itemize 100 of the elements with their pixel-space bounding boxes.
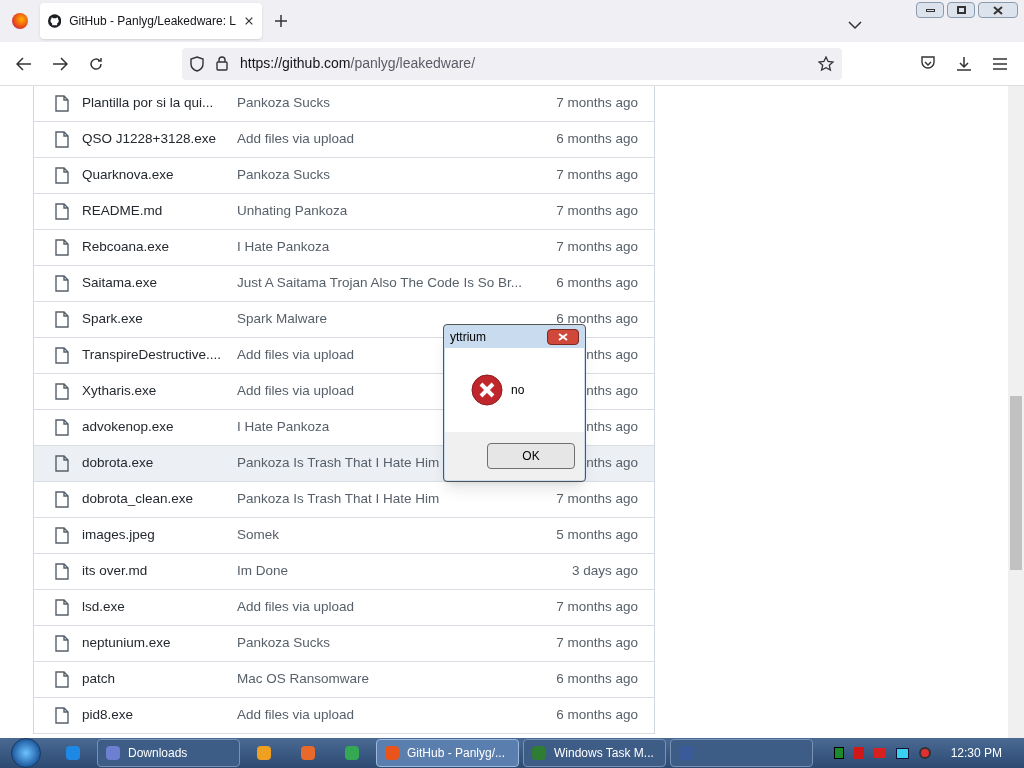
file-name[interactable]: lsd.exe xyxy=(82,597,237,618)
commit-message[interactable]: Add files via upload xyxy=(237,705,557,726)
github-logo-icon xyxy=(48,13,62,29)
restore-button[interactable] xyxy=(947,2,975,18)
close-button[interactable] xyxy=(547,329,579,345)
file-icon xyxy=(55,455,69,472)
file-icon xyxy=(55,95,69,112)
browser-tab[interactable]: GitHub - Panlyg/Leakedware: L xyxy=(40,3,262,39)
file-name[interactable]: patch xyxy=(82,669,237,690)
file-icon xyxy=(55,491,69,508)
commit-message[interactable]: Mac OS Ransomware xyxy=(237,669,557,690)
menu-icon[interactable] xyxy=(992,57,1008,70)
commit-date: 7 months ago xyxy=(556,490,639,509)
browser-logo-icon xyxy=(12,13,28,29)
commit-message[interactable]: Spark Malware xyxy=(237,309,557,330)
file-name[interactable]: dobrota_clean.exe xyxy=(82,489,237,510)
file-name[interactable]: dobrota.exe xyxy=(82,453,237,474)
star-icon[interactable] xyxy=(818,55,834,72)
commit-date: 7 months ago xyxy=(556,166,639,185)
file-icon xyxy=(55,383,69,400)
forward-icon[interactable] xyxy=(52,56,68,71)
file-name[interactable]: Saitama.exe xyxy=(82,273,237,294)
commit-date: 7 months ago xyxy=(556,634,639,653)
taskbar-button[interactable]: Downloads xyxy=(97,739,240,767)
lock-icon xyxy=(216,56,228,71)
close-icon[interactable] xyxy=(244,15,254,27)
file-icon xyxy=(55,527,69,544)
tray-icon[interactable] xyxy=(833,747,844,759)
file-name[interactable]: pid8.exe xyxy=(82,705,237,726)
speaker-icon[interactable] xyxy=(918,747,931,759)
reload-icon[interactable] xyxy=(88,55,104,72)
commit-message[interactable]: Add files via upload xyxy=(237,597,557,618)
file-name[interactable]: neptunium.exe xyxy=(82,633,237,654)
dialog-message: no xyxy=(511,382,525,399)
close-icon xyxy=(993,5,1003,15)
file-icon xyxy=(55,599,69,616)
file-name[interactable]: TranspireDestructive.... xyxy=(82,345,237,366)
commit-date: nths ago xyxy=(586,418,639,437)
new-tab-icon[interactable] xyxy=(274,14,288,28)
file-icon xyxy=(55,671,69,688)
file-icon xyxy=(55,347,69,364)
commit-message[interactable]: Add files via upload xyxy=(237,129,557,150)
file-icon xyxy=(55,563,69,580)
commit-message[interactable]: Just A Saitama Trojan Also The Code Is So Br... xyxy=(237,273,557,294)
scrollbar[interactable] xyxy=(1008,86,1024,738)
file-icon xyxy=(55,635,69,652)
clock[interactable]: 12:30 PM xyxy=(950,744,1002,762)
commit-message[interactable]: Im Done xyxy=(237,561,572,582)
file-name[interactable]: README.md xyxy=(82,201,237,222)
commit-date: nths ago xyxy=(586,382,639,401)
file-name[interactable]: Quarknova.exe xyxy=(82,165,237,186)
file-name[interactable]: Xytharis.exe xyxy=(82,381,237,402)
file-name[interactable]: advokenop.exe xyxy=(82,417,237,438)
commit-message[interactable]: Pankoza Sucks xyxy=(237,633,557,654)
commit-date: nths ago xyxy=(586,346,639,365)
error-icon xyxy=(471,374,503,406)
commit-date: 7 months ago xyxy=(556,202,639,221)
file-icon xyxy=(55,167,69,184)
ok-button[interactable]: OK xyxy=(487,443,575,469)
file-name[interactable]: images.jpeg xyxy=(82,525,237,546)
back-icon[interactable] xyxy=(16,56,32,71)
shield-icon xyxy=(190,55,204,72)
file-icon xyxy=(55,707,69,724)
taskbar-button[interactable]: GitHub - Panlyg/... xyxy=(376,739,519,767)
file-icon xyxy=(55,419,69,436)
commit-date: 6 months ago xyxy=(556,310,639,329)
download-icon[interactable] xyxy=(956,55,972,72)
commit-message[interactable]: Somek xyxy=(237,525,557,546)
pocket-icon[interactable] xyxy=(920,56,936,71)
commit-message[interactable]: Pankoza Sucks xyxy=(237,93,557,114)
commit-message[interactable]: Pankoza Is Trash That I Hate Him xyxy=(237,489,557,510)
commit-date: 3 days ago xyxy=(571,562,639,581)
commit-message[interactable]: Pankoza Sucks xyxy=(237,165,557,186)
file-icon xyxy=(55,203,69,220)
commit-date: 6 months ago xyxy=(556,706,639,725)
file-name[interactable]: Spark.exe xyxy=(82,309,237,330)
commit-date: 6 months ago xyxy=(556,130,639,149)
commit-date: nths ago xyxy=(586,454,639,473)
commit-date: 7 months ago xyxy=(556,94,639,113)
file-icon xyxy=(55,275,69,292)
chevron-down-icon[interactable] xyxy=(848,20,862,30)
close-button[interactable] xyxy=(978,2,1018,18)
close-icon xyxy=(558,333,568,341)
commit-message[interactable]: I Hate Pankoza xyxy=(237,237,557,258)
tab-title: GitHub - Panlyg/Leakedware: L xyxy=(69,13,237,30)
file-name[interactable]: QSO J1228+3128.exe xyxy=(82,129,237,150)
taskbar-button[interactable]: Windows Task M... xyxy=(523,739,666,767)
tray-icon[interactable] xyxy=(895,747,909,759)
file-icon xyxy=(55,131,69,148)
file-name[interactable]: its over.md xyxy=(82,561,237,582)
address-bar[interactable]: https://github.com/panlyg/leakedware/ xyxy=(182,47,842,80)
commit-date: 6 months ago xyxy=(556,670,639,689)
commit-message[interactable]: Unhating Pankoza xyxy=(237,201,557,222)
file-name[interactable]: Rebcoana.exe xyxy=(82,237,237,258)
minimize-button[interactable] xyxy=(916,2,944,18)
start-button[interactable] xyxy=(11,738,41,768)
file-icon xyxy=(55,239,69,256)
commit-date: 6 months ago xyxy=(556,274,639,293)
commit-date: 7 months ago xyxy=(556,238,639,257)
file-name[interactable]: Plantilla por si la qui... xyxy=(82,93,237,114)
